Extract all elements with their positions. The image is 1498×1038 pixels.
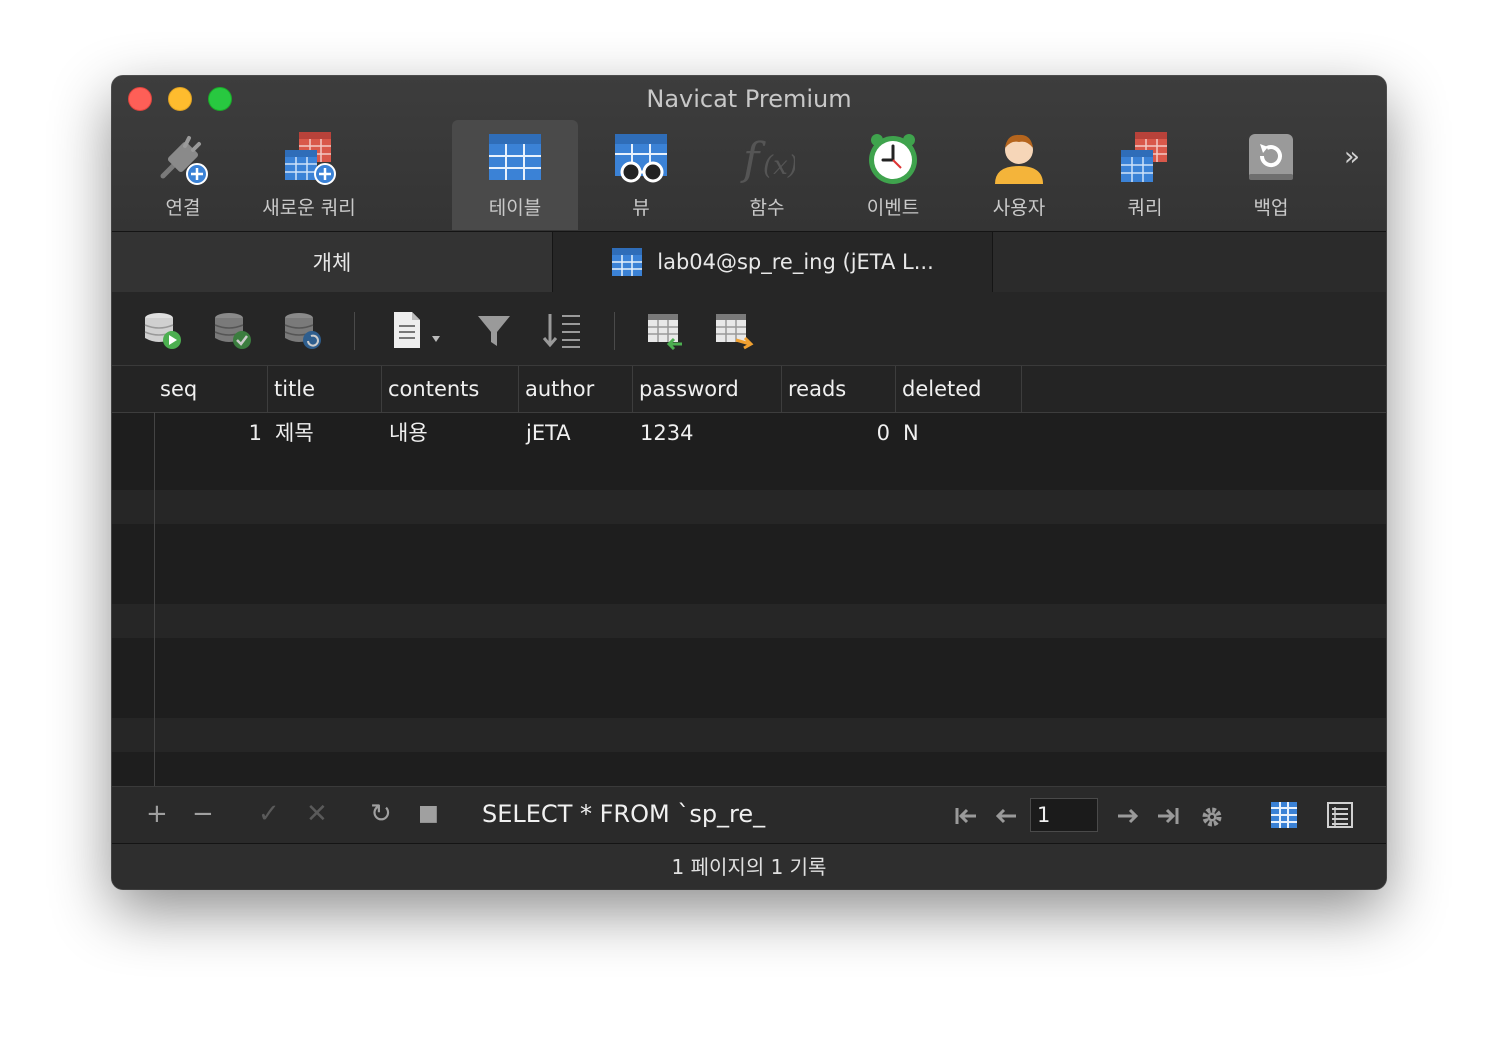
column-header-seq[interactable]: seq — [154, 366, 268, 412]
bottom-action-bar: + − ✓ ✕ ↻ ■ SELECT * FROM `sp_re_ — [112, 786, 1386, 843]
cell-reads[interactable]: 0 — [782, 418, 890, 448]
commit-icon[interactable] — [212, 310, 252, 350]
text-memo-icon[interactable] — [390, 310, 446, 350]
row-indicator-divider — [154, 412, 155, 786]
connection-plug-add-icon — [160, 136, 208, 185]
cell-seq[interactable]: 1 — [154, 418, 262, 448]
toolbar-label: 테이블 — [488, 197, 542, 219]
table-icon — [489, 134, 541, 180]
apply-changes-icon[interactable]: ✓ — [258, 799, 280, 829]
toolbar-view-button[interactable]: 뷰 — [578, 120, 704, 230]
toolbar-user-button[interactable]: 사용자 — [956, 120, 1082, 230]
grid-header: seq title contents author password reads… — [112, 366, 1386, 413]
rollback-icon[interactable] — [282, 310, 322, 350]
form-view-icon[interactable] — [1326, 801, 1354, 829]
column-header-password[interactable]: password — [633, 366, 782, 412]
view-icon — [615, 134, 667, 183]
toolbar-label: 뷰 — [632, 197, 650, 219]
grid-row-stripe — [112, 490, 1386, 524]
begin-transaction-icon[interactable] — [142, 310, 182, 350]
toolbar-label: 새로운 쿼리 — [262, 197, 356, 219]
cell-author[interactable]: jETA — [526, 418, 571, 448]
sort-icon[interactable] — [542, 310, 582, 350]
toolbar-overflow-chevron-icon[interactable]: » — [1344, 142, 1360, 172]
toolbar-separator — [614, 312, 615, 350]
toolbar-connection-button[interactable]: 연결 — [120, 120, 246, 230]
data-grid: seq title contents author password reads… — [112, 366, 1386, 786]
toolbar-label: 사용자 — [992, 197, 1046, 219]
import-icon[interactable] — [646, 310, 686, 350]
previous-page-icon[interactable] — [994, 806, 1018, 826]
last-page-icon[interactable] — [1156, 806, 1180, 826]
toolbar-event-button[interactable]: 이벤트 — [830, 120, 956, 230]
toolbar-label: 쿼리 — [1127, 197, 1163, 219]
grid-view-icon[interactable] — [1270, 801, 1298, 829]
query-icon — [1121, 132, 1167, 182]
tab-label: lab04@sp_re_ing (jETA L... — [657, 250, 934, 274]
column-header-contents[interactable]: contents — [382, 366, 519, 412]
toolbar-label: 백업 — [1253, 197, 1289, 219]
grid-row-stripe — [112, 718, 1386, 752]
add-record-icon[interactable]: + — [146, 799, 168, 829]
tab-table-document[interactable]: lab04@sp_re_ing (jETA L... — [553, 232, 993, 292]
new-query-icon — [285, 132, 336, 185]
grid-row-stripe — [112, 604, 1386, 638]
page-number-input[interactable] — [1030, 798, 1098, 832]
cell-deleted[interactable]: N — [903, 418, 919, 448]
export-icon[interactable] — [714, 310, 754, 350]
tab-label: 개체 — [312, 251, 352, 275]
title-bar: Navicat Premium 연결 새로운 쿼리 테이블 뷰 f (x) 함수… — [112, 76, 1386, 232]
navicat-window: Navicat Premium 연결 새로운 쿼리 테이블 뷰 f (x) 함수… — [112, 76, 1386, 889]
cell-contents[interactable]: 내용 — [389, 418, 428, 448]
event-clock-icon — [869, 134, 917, 184]
svg-text:(x): (x) — [763, 151, 795, 181]
user-icon — [995, 134, 1043, 184]
settings-gear-icon[interactable] — [1200, 805, 1224, 829]
cell-title[interactable]: 제목 — [275, 418, 314, 448]
toolbar-backup-button[interactable]: 백업 — [1208, 120, 1334, 230]
table-toolbar — [112, 292, 1386, 366]
toolbar-query-button[interactable]: 쿼리 — [1082, 120, 1208, 230]
backup-icon — [1249, 134, 1293, 180]
toolbar-table-button[interactable]: 테이블 — [452, 120, 578, 230]
cell-password[interactable]: 1234 — [640, 418, 693, 448]
next-page-icon[interactable] — [1116, 806, 1140, 826]
toolbar-new-query-button[interactable]: 새로운 쿼리 — [246, 120, 372, 230]
window-title: Navicat Premium — [646, 85, 852, 113]
column-header-title[interactable]: title — [268, 366, 382, 412]
first-page-icon[interactable] — [954, 806, 978, 826]
toolbar-function-button[interactable]: f (x) 함수 — [704, 120, 830, 230]
tab-bar: 개체 lab04@sp_re_ing (jETA L... — [112, 232, 1386, 292]
column-header-author[interactable]: author — [519, 366, 633, 412]
table-icon — [612, 248, 643, 276]
column-header-deleted[interactable]: deleted — [896, 366, 1022, 412]
column-header-reads[interactable]: reads — [782, 366, 896, 412]
filter-icon[interactable] — [474, 310, 514, 350]
function-icon: f (x) — [740, 134, 795, 185]
toolbar-label: 함수 — [749, 197, 785, 219]
tab-objects[interactable]: 개체 — [112, 232, 553, 292]
sql-preview[interactable]: SELECT * FROM `sp_re_ — [482, 799, 765, 829]
toolbar-label: 이벤트 — [866, 197, 920, 219]
stop-icon[interactable]: ■ — [418, 799, 439, 829]
status-bar: 1 페이지의 1 기록 — [112, 843, 1386, 889]
delete-record-icon[interactable]: − — [192, 799, 214, 829]
toolbar-separator — [354, 312, 355, 350]
toolbar-label: 연결 — [165, 197, 201, 219]
refresh-icon[interactable]: ↻ — [370, 799, 392, 829]
discard-changes-icon[interactable]: ✕ — [306, 799, 328, 829]
